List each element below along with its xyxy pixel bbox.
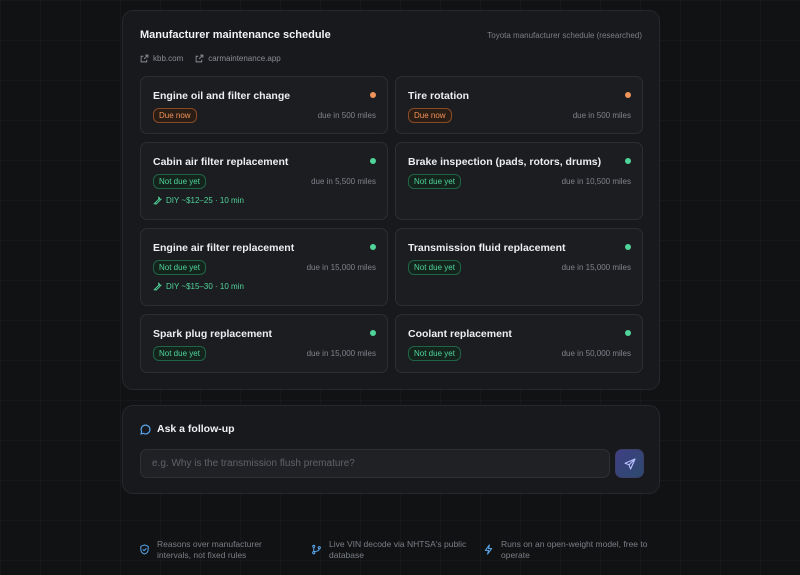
external-link-icon — [140, 54, 149, 63]
status-badge: Not due yet — [153, 346, 206, 361]
card-title: Engine oil and filter change — [153, 90, 291, 102]
follow-up-input[interactable] — [140, 449, 610, 478]
status-dot — [370, 244, 376, 250]
status-badge: Due now — [153, 108, 197, 123]
status-badge: Not due yet — [153, 260, 206, 275]
shield-check-icon — [140, 544, 149, 555]
diy-estimate: DIY ~$12–25 · 10 min — [153, 196, 244, 205]
maintenance-card-spark-plug[interactable]: Spark plug replacement Not due yet due i… — [140, 314, 388, 373]
follow-up-header: Ask a follow-up — [140, 423, 235, 435]
wrench-icon — [153, 196, 162, 205]
due-distance: due in 500 miles — [572, 111, 631, 120]
feature-open-model: Runs on an open-weight model, free to op… — [483, 539, 653, 560]
diy-label: DIY ~$12–25 · 10 min — [166, 196, 244, 205]
source-label: kbb.com — [153, 54, 184, 63]
maintenance-card-transmission-fluid[interactable]: Transmission fluid replacement Not due y… — [395, 228, 643, 306]
send-icon — [623, 457, 636, 470]
feature-reasoning: Reasons over manufacturer intervals, not… — [139, 539, 289, 560]
maintenance-card-coolant[interactable]: Coolant replacement Not due yet due in 5… — [395, 314, 643, 373]
card-title: Brake inspection (pads, rotors, drums) — [408, 156, 602, 168]
maintenance-card-oil-change[interactable]: Engine oil and filter change Due now due… — [140, 76, 388, 134]
maintenance-schedule-panel: Manufacturer maintenance schedule Toyota… — [122, 10, 660, 390]
diy-label: DIY ~$15–30 · 10 min — [166, 282, 244, 291]
due-distance: due in 50,000 miles — [561, 349, 631, 358]
status-badge: Not due yet — [408, 346, 461, 361]
status-badge: Not due yet — [153, 174, 206, 189]
maintenance-card-tire-rotation[interactable]: Tire rotation Due now due in 500 miles — [395, 76, 643, 134]
status-dot — [625, 330, 631, 336]
feature-vin-decode: Live VIN decode via NHTSA's public datab… — [311, 539, 476, 560]
source-label: carmaintenance.app — [208, 54, 281, 63]
status-badge: Due now — [408, 108, 452, 123]
card-title: Transmission fluid replacement — [408, 242, 566, 254]
card-title: Engine air filter replacement — [153, 242, 295, 254]
panel-subtitle: Toyota manufacturer schedule (researched… — [487, 31, 642, 40]
follow-up-panel: Ask a follow-up — [122, 405, 660, 494]
maintenance-card-cabin-air-filter[interactable]: Cabin air filter replacement Not due yet… — [140, 142, 388, 220]
status-dot — [370, 330, 376, 336]
due-distance: due in 5,500 miles — [311, 177, 376, 186]
send-button[interactable] — [615, 449, 644, 478]
maintenance-card-engine-air-filter[interactable]: Engine air filter replacement Not due ye… — [140, 228, 388, 306]
due-distance: due in 500 miles — [317, 111, 376, 120]
sources-list: kbb.com carmaintenance.app — [140, 54, 281, 63]
panel-title: Manufacturer maintenance schedule — [140, 29, 331, 41]
card-title: Tire rotation — [408, 90, 470, 102]
chat-bubble-icon — [140, 424, 151, 435]
card-title: Coolant replacement — [408, 328, 512, 340]
maintenance-card-brake-inspection[interactable]: Brake inspection (pads, rotors, drums) N… — [395, 142, 643, 220]
card-title: Cabin air filter replacement — [153, 156, 289, 168]
status-dot — [625, 158, 631, 164]
diy-estimate: DIY ~$15–30 · 10 min — [153, 282, 244, 291]
status-dot — [370, 92, 376, 98]
panel-header: Manufacturer maintenance schedule Toyota… — [140, 29, 642, 41]
external-link-icon — [195, 54, 204, 63]
status-dot — [625, 92, 631, 98]
status-dot — [625, 244, 631, 250]
lightning-icon — [484, 544, 493, 555]
status-badge: Not due yet — [408, 174, 461, 189]
due-distance: due in 10,500 miles — [561, 177, 631, 186]
due-distance: due in 15,000 miles — [306, 349, 376, 358]
feature-text: Runs on an open-weight model, free to op… — [501, 539, 648, 560]
card-title: Spark plug replacement — [153, 328, 273, 340]
wrench-icon — [153, 282, 162, 291]
feature-text: Reasons over manufacturer intervals, not… — [157, 539, 262, 560]
follow-up-title: Ask a follow-up — [157, 423, 235, 435]
status-dot — [370, 158, 376, 164]
due-distance: due in 15,000 miles — [306, 263, 376, 272]
status-badge: Not due yet — [408, 260, 461, 275]
source-link-carmaintenance[interactable]: carmaintenance.app — [195, 54, 281, 63]
git-branch-icon — [312, 544, 321, 555]
feature-text: Live VIN decode via NHTSA's public datab… — [329, 539, 467, 560]
due-distance: due in 15,000 miles — [561, 263, 631, 272]
source-link-kbb[interactable]: kbb.com — [140, 54, 183, 63]
